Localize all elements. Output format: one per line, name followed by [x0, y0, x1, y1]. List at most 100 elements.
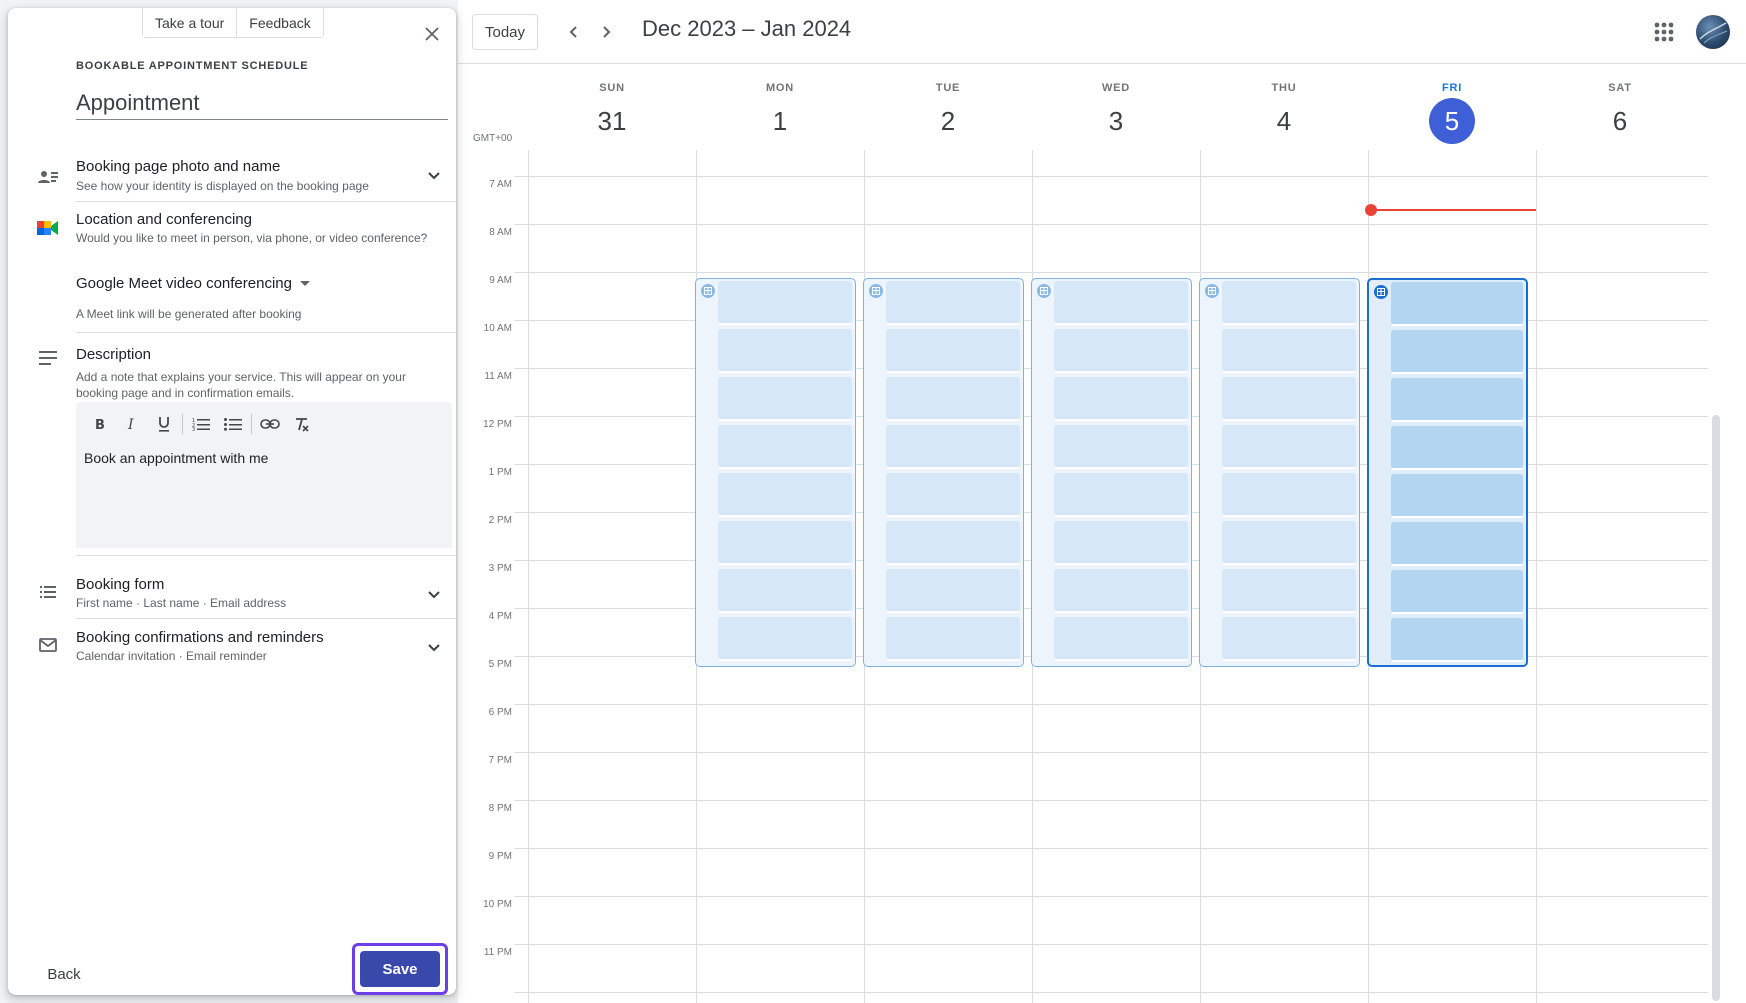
appointment-slot[interactable]: [1391, 282, 1523, 326]
appointment-block-wed[interactable]: [1031, 278, 1192, 667]
week-time-grid[interactable]: 7 AM 8 AM 9 AM 10 AM 11 AM 12 PM 1 PM 2 …: [483, 150, 1708, 1003]
expand-confirmations-chevron-down-icon[interactable]: [422, 636, 446, 660]
today-button[interactable]: Today: [472, 14, 538, 50]
next-week-icon[interactable]: [592, 18, 620, 46]
appointment-slot[interactable]: [886, 569, 1020, 613]
appointment-slot[interactable]: [886, 425, 1020, 469]
hour-label: 6 PM: [488, 707, 512, 718]
appointment-block-fri-selected[interactable]: [1367, 278, 1528, 667]
clear-formatting-icon[interactable]: [286, 410, 318, 438]
back-button[interactable]: Back: [32, 956, 96, 992]
appointment-block-thu[interactable]: [1199, 278, 1360, 667]
appointment-slot[interactable]: [1222, 521, 1356, 565]
booking-form-title[interactable]: Booking form: [76, 576, 164, 593]
day-header-sun[interactable]: SUN 31: [528, 64, 696, 150]
appointment-block-mon[interactable]: [695, 278, 856, 667]
google-apps-icon[interactable]: [1651, 19, 1677, 45]
appointment-slot[interactable]: [1391, 522, 1523, 566]
appointment-slot[interactable]: [1222, 617, 1356, 661]
appointment-slot[interactable]: [886, 617, 1020, 661]
appointment-slot[interactable]: [886, 521, 1020, 565]
day-number[interactable]: 6: [1597, 98, 1643, 144]
take-a-tour-button[interactable]: Take a tour: [143, 8, 237, 37]
appointment-slot[interactable]: [718, 377, 852, 421]
day-number[interactable]: 4: [1261, 98, 1307, 144]
appointment-slot[interactable]: [1054, 329, 1188, 373]
previous-week-icon[interactable]: [560, 18, 588, 46]
appointment-slot[interactable]: [1391, 618, 1523, 662]
booking-page-title[interactable]: Booking page photo and name: [76, 158, 280, 175]
appointment-slot[interactable]: [1391, 378, 1523, 422]
appointment-slot[interactable]: [718, 521, 852, 565]
description-title: Description: [76, 346, 152, 363]
appointment-slot[interactable]: [718, 425, 852, 469]
appointment-slot[interactable]: [718, 617, 852, 661]
hour-line: [514, 176, 1708, 177]
section-divider: [76, 332, 456, 333]
appointment-slot[interactable]: [1391, 330, 1523, 374]
appointment-slot[interactable]: [886, 281, 1020, 325]
vertical-scrollbar[interactable]: [1712, 415, 1720, 1001]
day-number[interactable]: 2: [925, 98, 971, 144]
expand-booking-form-chevron-down-icon[interactable]: [422, 583, 446, 607]
day-header-thu[interactable]: THU 4: [1200, 64, 1368, 150]
underline-icon[interactable]: [148, 410, 180, 438]
appointment-slot[interactable]: [886, 377, 1020, 421]
appointment-slot[interactable]: [1054, 281, 1188, 325]
appointment-slot[interactable]: [1391, 570, 1523, 614]
description-text[interactable]: Book an appointment with me: [84, 450, 268, 466]
appointment-slot[interactable]: [886, 473, 1020, 517]
hour-label: 3 PM: [488, 563, 512, 574]
feedback-button[interactable]: Feedback: [236, 8, 323, 37]
numbered-list-icon[interactable]: 123: [185, 410, 217, 438]
appointment-slot[interactable]: [718, 569, 852, 613]
appointment-slot[interactable]: [1054, 521, 1188, 565]
day-header-tue[interactable]: TUE 2: [864, 64, 1032, 150]
account-avatar[interactable]: [1696, 15, 1730, 49]
person-card-icon: [36, 165, 60, 189]
day-header-wed[interactable]: WED 3: [1032, 64, 1200, 150]
day-number[interactable]: 31: [589, 98, 635, 144]
appointment-slot[interactable]: [1054, 377, 1188, 421]
day-name: SAT: [1608, 82, 1632, 94]
appointment-slot[interactable]: [1391, 474, 1523, 518]
expand-booking-page-chevron-down-icon[interactable]: [422, 164, 446, 188]
day-header-mon[interactable]: MON 1: [696, 64, 864, 150]
section-divider: [76, 555, 456, 556]
appointment-slot[interactable]: [1222, 281, 1356, 325]
appointment-slot[interactable]: [1054, 569, 1188, 613]
appointment-slot[interactable]: [718, 473, 852, 517]
appointment-slot[interactable]: [718, 329, 852, 373]
appointment-slot[interactable]: [886, 329, 1020, 373]
appointment-slot[interactable]: [1054, 425, 1188, 469]
link-icon[interactable]: [254, 410, 286, 438]
calendar-header: Today Dec 2023 – Jan 2024: [458, 0, 1746, 64]
conferencing-select[interactable]: Google Meet video conferencing: [76, 275, 310, 292]
appointment-block-tue[interactable]: [863, 278, 1024, 667]
appointment-slot[interactable]: [1222, 425, 1356, 469]
day-number[interactable]: 1: [757, 98, 803, 144]
day-header-fri[interactable]: FRI 5: [1368, 64, 1536, 150]
bold-icon[interactable]: B: [84, 410, 116, 438]
appointment-slot[interactable]: [1222, 329, 1356, 373]
schedule-title-input[interactable]: [76, 86, 448, 120]
save-button[interactable]: Save: [360, 951, 440, 987]
description-editor[interactable]: B I 123 Book an appointment with me: [76, 402, 452, 548]
appointment-slot[interactable]: [1222, 473, 1356, 517]
day-number[interactable]: 3: [1093, 98, 1139, 144]
appointment-slot[interactable]: [1054, 617, 1188, 661]
italic-icon[interactable]: I: [116, 410, 148, 438]
appointment-slot[interactable]: [1391, 426, 1523, 470]
day-header-sat[interactable]: SAT 6: [1536, 64, 1704, 150]
booking-form-subtitle: First name · Last name · Email address: [76, 596, 287, 610]
confirmations-title[interactable]: Booking confirmations and reminders: [76, 629, 324, 646]
bulleted-list-icon[interactable]: [217, 410, 249, 438]
hour-label: 5 PM: [488, 659, 512, 670]
appointment-slot[interactable]: [1222, 569, 1356, 613]
appointment-slot[interactable]: [1222, 377, 1356, 421]
today-day-number[interactable]: 5: [1429, 98, 1475, 144]
close-icon[interactable]: [420, 22, 444, 46]
appointment-slot[interactable]: [718, 281, 852, 325]
timezone-label: GMT+00: [473, 133, 513, 144]
appointment-slot[interactable]: [1054, 473, 1188, 517]
